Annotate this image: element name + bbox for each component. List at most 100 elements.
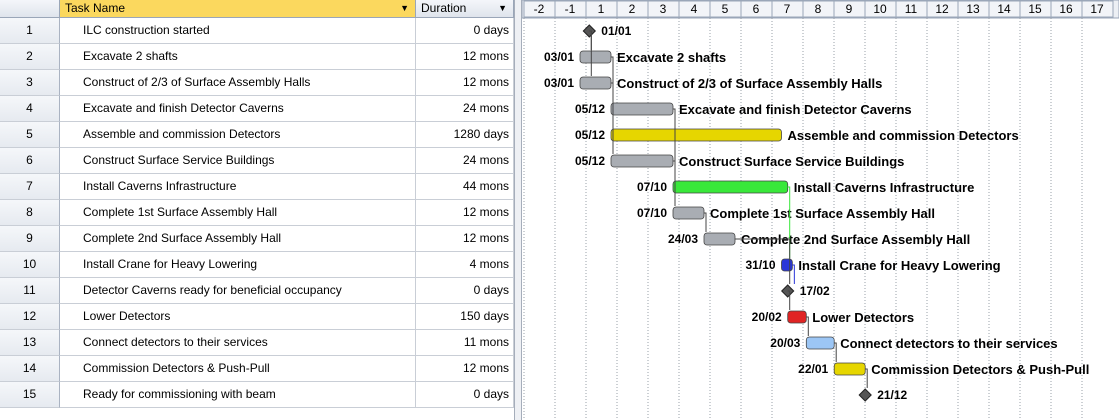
row-number[interactable]: 12 — [0, 304, 60, 330]
task-bar[interactable] — [833, 362, 866, 376]
duration-cell[interactable]: 11 mons — [416, 330, 514, 356]
duration-cell[interactable]: 150 days — [416, 304, 514, 330]
duration-cell[interactable]: 0 days — [416, 278, 514, 304]
task-bar[interactable] — [781, 258, 793, 272]
task-name-cell[interactable]: Detector Caverns ready for beneficial oc… — [60, 278, 416, 304]
task-bar[interactable] — [610, 102, 674, 116]
gantt-row: 24/03 Complete 2nd Surface Assembly Hall — [668, 232, 970, 247]
task-bar-label: Complete 1st Surface Assembly Hall — [710, 206, 935, 221]
row-number[interactable]: 15 — [0, 382, 60, 408]
duration-cell[interactable]: 12 mons — [416, 44, 514, 70]
task-name-cell[interactable]: Construct Surface Service Buildings — [60, 148, 416, 174]
task-name-cell[interactable]: Excavate 2 shafts — [60, 44, 416, 70]
duration-cell[interactable]: 4 mons — [416, 252, 514, 278]
table-row[interactable]: 11 Detector Caverns ready for beneficial … — [0, 278, 514, 304]
task-name-cell[interactable]: Construct of 2/3 of Surface Assembly Hal… — [60, 70, 416, 96]
task-name-cell[interactable]: Commission Detectors & Push-Pull — [60, 356, 416, 382]
task-bar[interactable] — [672, 206, 705, 220]
duration-cell[interactable]: 0 days — [416, 382, 514, 408]
task-name-cell[interactable]: Lower Detectors — [60, 304, 416, 330]
task-name-cell[interactable]: Connect detectors to their services — [60, 330, 416, 356]
task-bar[interactable] — [610, 154, 674, 168]
table-row[interactable]: 10 Install Crane for Heavy Lowering 4 mons — [0, 252, 514, 278]
task-name-cell[interactable]: Complete 2nd Surface Assembly Hall — [60, 226, 416, 252]
gantt-row: 20/03 Connect detectors to their services — [770, 336, 1057, 351]
table-row[interactable]: 7 Install Caverns Infrastructure 44 mons — [0, 174, 514, 200]
duration-cell[interactable]: 1280 days — [416, 122, 514, 148]
task-name-filter-icon[interactable]: ▼ — [400, 0, 409, 17]
task-bar[interactable] — [703, 232, 736, 246]
row-number[interactable]: 7 — [0, 174, 60, 200]
table-row[interactable]: 4 Excavate and finish Detector Caverns 24 … — [0, 96, 514, 122]
gantt-chart: -2 -1 1 2 3 4 5 6 7 8 9 10 11 12 13 14 15 16 17 01/01 03/01 E… — [522, 0, 1119, 420]
duration-filter-icon[interactable]: ▼ — [498, 0, 507, 17]
timescale-label: -1 — [565, 2, 576, 16]
task-name-cell[interactable]: Install Crane for Heavy Lowering — [60, 252, 416, 278]
duration-cell[interactable]: 12 mons — [416, 200, 514, 226]
timescale-label: 2 — [629, 2, 636, 16]
duration-header[interactable]: Duration ▼ — [416, 0, 514, 18]
task-name-cell[interactable]: ILC construction started — [60, 18, 416, 44]
milestone-date-label: 17/02 — [800, 284, 830, 298]
table-row[interactable]: 2 Excavate 2 shafts 12 mons — [0, 44, 514, 70]
pane-splitter[interactable] — [514, 0, 522, 420]
task-name-cell[interactable]: Install Caverns Infrastructure — [60, 174, 416, 200]
row-number[interactable]: 13 — [0, 330, 60, 356]
row-number[interactable]: 3 — [0, 70, 60, 96]
task-start-date-label: 05/12 — [575, 154, 605, 168]
row-number[interactable]: 14 — [0, 356, 60, 382]
table-row[interactable]: 9 Complete 2nd Surface Assembly Hall 12 mo… — [0, 226, 514, 252]
task-start-date-label: 05/12 — [575, 128, 605, 142]
task-bar[interactable] — [579, 76, 612, 90]
task-bar[interactable] — [805, 336, 835, 350]
task-name-header[interactable]: Task Name ▼ — [60, 0, 416, 18]
duration-header-label: Duration — [421, 1, 467, 15]
duration-cell[interactable]: 12 mons — [416, 226, 514, 252]
duration-cell[interactable]: 12 mons — [416, 70, 514, 96]
task-bar[interactable] — [579, 50, 612, 64]
milestone-marker[interactable] — [582, 24, 597, 38]
task-bar-label: Excavate 2 shafts — [617, 50, 726, 65]
task-name-cell[interactable]: Assemble and commission Detectors — [60, 122, 416, 148]
table-row[interactable]: 15 Ready for commissioning with beam 0 day… — [0, 382, 514, 408]
task-start-date-label: 05/12 — [575, 102, 605, 116]
duration-cell[interactable]: 0 days — [416, 18, 514, 44]
task-start-date-label: 07/10 — [637, 180, 667, 194]
gantt-row: 07/10 Install Caverns Infrastructure — [637, 180, 974, 195]
table-row[interactable]: 1 ILC construction started 0 days — [0, 18, 514, 44]
table-row[interactable]: 5 Assemble and commission Detectors 1280 d… — [0, 122, 514, 148]
table-row[interactable]: 3 Construct of 2/3 of Surface Assembly Ha… — [0, 70, 514, 96]
row-number[interactable]: 5 — [0, 122, 60, 148]
task-start-date-label: 31/10 — [745, 258, 775, 272]
row-number[interactable]: 2 — [0, 44, 60, 70]
timescale-label: 5 — [722, 2, 729, 16]
timescale-label: 9 — [846, 2, 853, 16]
table-row[interactable]: 13 Connect detectors to their services 11 … — [0, 330, 514, 356]
task-bar[interactable] — [787, 310, 807, 324]
task-name-cell[interactable]: Ready for commissioning with beam — [60, 382, 416, 408]
task-bar[interactable] — [610, 128, 782, 142]
row-number[interactable]: 10 — [0, 252, 60, 278]
row-number[interactable]: 1 — [0, 18, 60, 44]
table-row[interactable]: 14 Commission Detectors & Push-Pull 12 mon… — [0, 356, 514, 382]
row-number[interactable]: 8 — [0, 200, 60, 226]
task-name-cell[interactable]: Excavate and finish Detector Caverns — [60, 96, 416, 122]
task-name-cell[interactable]: Complete 1st Surface Assembly Hall — [60, 200, 416, 226]
row-id-header[interactable] — [0, 0, 60, 18]
timescale-label: 4 — [691, 2, 698, 16]
milestone-marker[interactable] — [858, 388, 872, 402]
table-row[interactable]: 8 Complete 1st Surface Assembly Hall 12 mo… — [0, 200, 514, 226]
table-row[interactable]: 6 Construct Surface Service Buildings 24 m… — [0, 148, 514, 174]
duration-cell[interactable]: 12 mons — [416, 356, 514, 382]
duration-cell[interactable]: 44 mons — [416, 174, 514, 200]
task-table: Task Name ▼ Duration ▼ 1 ILC construction… — [0, 0, 514, 420]
row-number[interactable]: 4 — [0, 96, 60, 122]
duration-cell[interactable]: 24 mons — [416, 148, 514, 174]
row-number[interactable]: 6 — [0, 148, 60, 174]
task-bar[interactable] — [672, 180, 789, 194]
row-number[interactable]: 9 — [0, 226, 60, 252]
task-bar-label: Install Caverns Infrastructure — [794, 180, 975, 195]
row-number[interactable]: 11 — [0, 278, 60, 304]
table-row[interactable]: 12 Lower Detectors 150 days — [0, 304, 514, 330]
duration-cell[interactable]: 24 mons — [416, 96, 514, 122]
